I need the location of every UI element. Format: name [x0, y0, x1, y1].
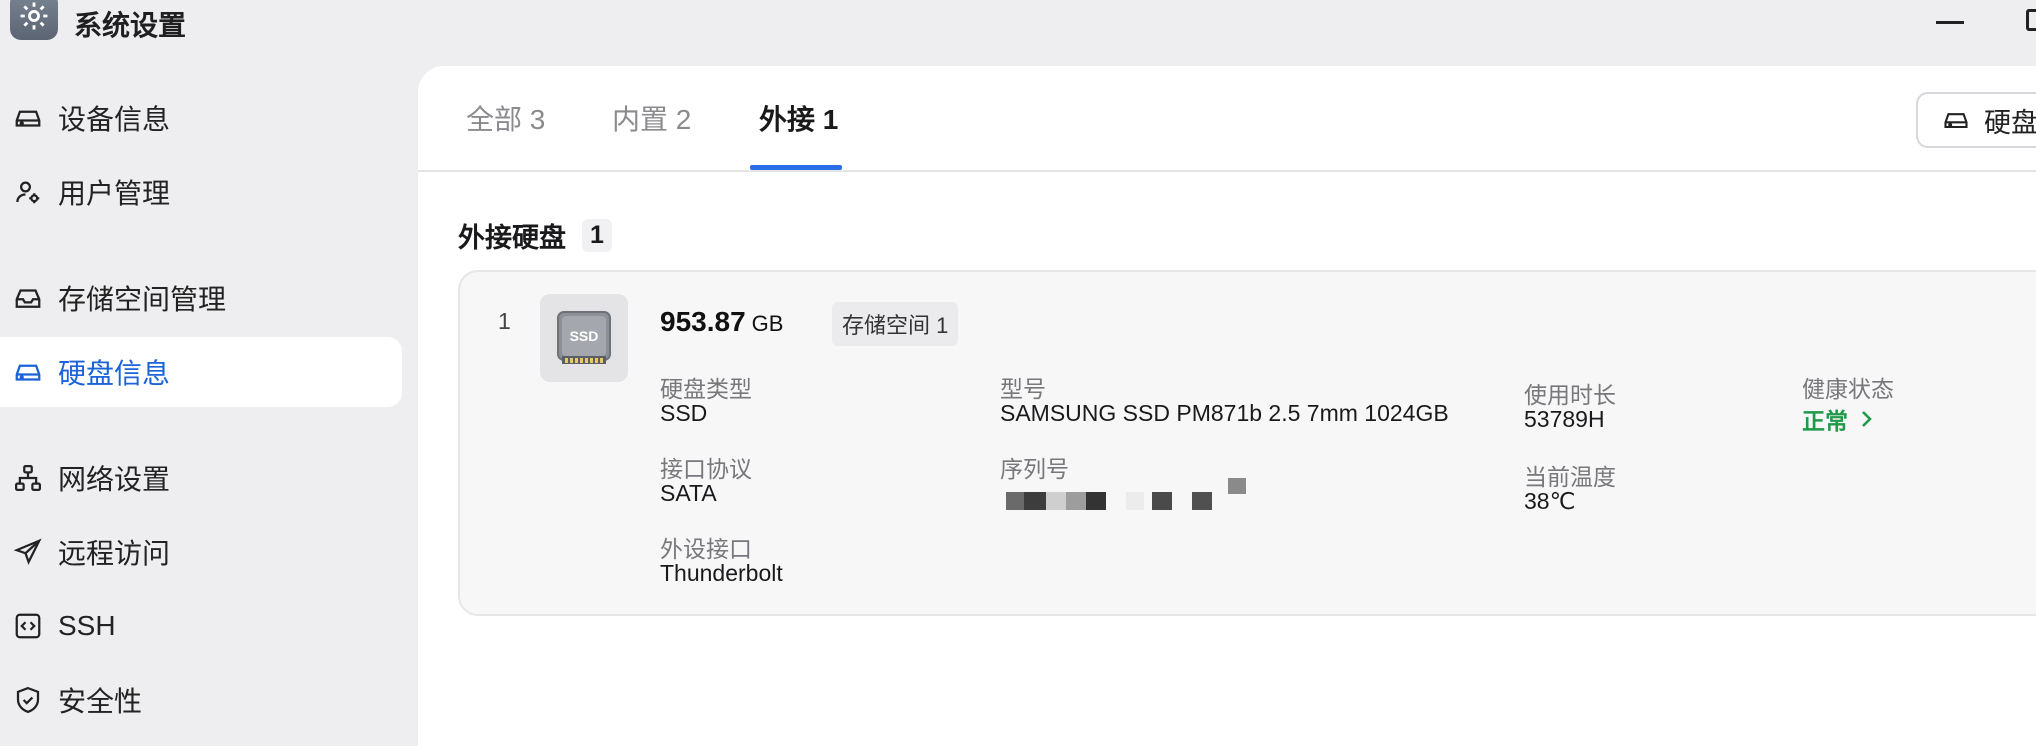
protocol-label: 接口协议 [660, 456, 752, 482]
sidebar-item-label: SSH [58, 610, 116, 641]
section-header: 外接硬盘 1 [458, 216, 612, 255]
user-settings-icon [12, 176, 44, 208]
sidebar-item-network-settings[interactable]: 网络设置 [0, 443, 402, 513]
disk-type-value: SSD [660, 400, 708, 426]
sidebar-item-disk-info[interactable]: 硬盘信息 [0, 337, 402, 407]
tab-internal[interactable]: 内置 2 [612, 98, 691, 138]
uptime-label: 使用时长 [1524, 382, 1616, 408]
count-badge: 1 [582, 219, 612, 252]
network-icon [12, 462, 44, 494]
sidebar-item-device-info[interactable]: 设备信息 [0, 83, 402, 153]
disk-card[interactable]: 1 SSD 953.87 GB 存储空间 1 硬盘类型 SSD 接口协议 SATA… [458, 270, 2036, 616]
tab-all[interactable]: 全部 3 [466, 98, 545, 138]
active-tab-indicator [750, 165, 842, 170]
chevron-right-icon [1860, 409, 1874, 429]
maximize-button[interactable] [2026, 9, 2036, 31]
sidebar-item-label: 安全性 [58, 686, 143, 717]
sidebar-item-label: 存储空间管理 [58, 284, 227, 315]
sidebar-item-ssh[interactable]: SSH [0, 591, 402, 661]
drive-icon [1942, 106, 1970, 134]
port-label: 外设接口 [660, 536, 752, 562]
send-icon [12, 536, 44, 568]
capacity-value: 953.87 [660, 306, 746, 337]
tabs-divider [418, 170, 2036, 172]
temperature-value: 38℃ [1524, 488, 1576, 514]
sidebar-item-label: 用户管理 [58, 178, 171, 209]
ssd-thumb-label: SSD [570, 328, 599, 344]
minimize-button[interactable] [1936, 21, 1964, 24]
main-panel: 全部 3 内置 2 外接 1 硬盘 外接硬盘 1 1 SSD 953.87 GB … [418, 66, 2036, 746]
disk-index: 1 [498, 308, 511, 334]
sidebar-item-storage-management[interactable]: 存储空间管理 [0, 263, 402, 333]
disk-button-label: 硬盘 [1984, 107, 2036, 138]
window-title: 系统设置 [74, 10, 187, 41]
sidebar-item-label: 网络设置 [58, 464, 171, 495]
uptime-value: 53789H [1524, 406, 1605, 432]
storage-pool-tag: 存储空间 1 [832, 302, 959, 346]
sidebar-item-label: 远程访问 [58, 538, 171, 569]
sidebar-item-remote-access[interactable]: 远程访问 [0, 517, 402, 587]
drive-icon [12, 356, 44, 388]
sidebar-item-label: 设备信息 [58, 104, 171, 135]
disk-button[interactable]: 硬盘 [1916, 92, 2036, 148]
health-value: 正常 [1802, 408, 1848, 434]
section-title: 外接硬盘 [458, 223, 566, 253]
app-icon [10, 0, 58, 40]
model-label: 型号 [1000, 376, 1046, 402]
disk-type-label: 硬盘类型 [660, 376, 752, 402]
serial-redacted-mask [1006, 478, 1246, 510]
sidebar-item-label: 硬盘信息 [58, 358, 171, 389]
inbox-storage-icon [12, 282, 44, 314]
model-value: SAMSUNG SSD PM871b 2.5 7mm 1024GB [1000, 400, 1449, 426]
capacity-unit: GB [751, 311, 784, 336]
sidebar-item-security[interactable]: 安全性 [0, 665, 402, 735]
shield-check-icon [12, 684, 44, 716]
capacity: 953.87 GB [660, 306, 783, 338]
code-terminal-icon [12, 610, 44, 642]
temperature-label: 当前温度 [1524, 464, 1616, 490]
health-label: 健康状态 [1802, 376, 1894, 402]
tab-external[interactable]: 外接 1 [759, 98, 838, 138]
sidebar-item-user-management[interactable]: 用户管理 [0, 157, 402, 227]
gear-icon [20, 2, 48, 30]
health-status-link[interactable]: 正常 [1802, 402, 1874, 436]
protocol-value: SATA [660, 480, 717, 506]
ssd-drive-icon: SSD [540, 294, 628, 382]
port-value: Thunderbolt [660, 560, 783, 586]
drive-icon [12, 102, 44, 134]
